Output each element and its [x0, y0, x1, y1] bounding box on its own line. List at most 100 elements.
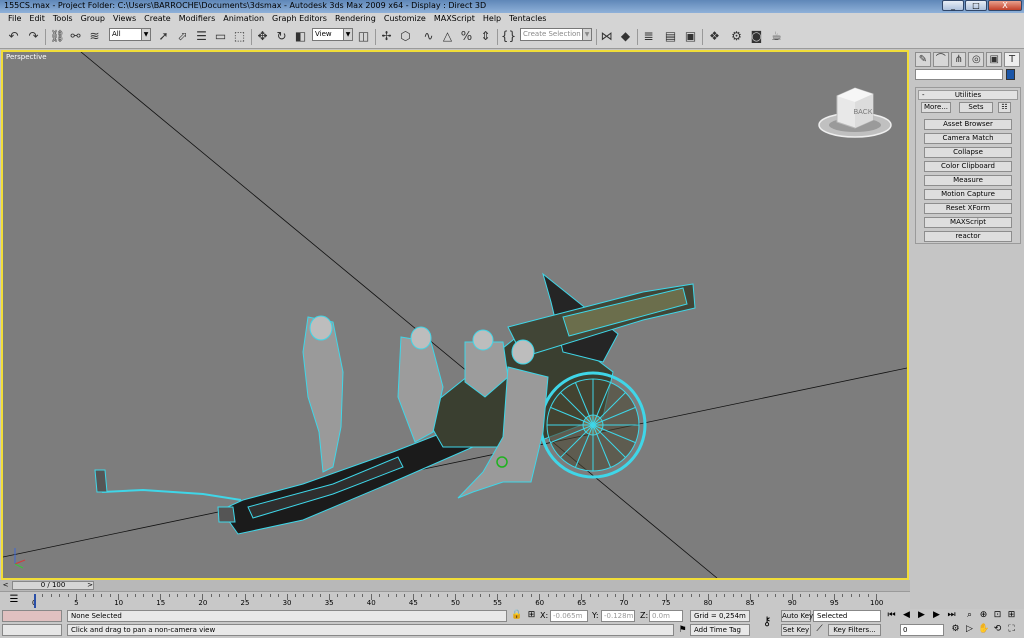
menu-rendering[interactable]: Rendering	[331, 13, 380, 25]
select-and-rotate-icon[interactable]: ↻	[273, 28, 290, 45]
align-icon[interactable]: ◆	[617, 28, 634, 45]
pivot-center-icon[interactable]: ◫	[355, 28, 372, 45]
select-and-move-icon[interactable]: ✥	[254, 28, 271, 45]
maxscript-button[interactable]: MAXScript	[924, 217, 1012, 228]
menu-file[interactable]: File	[4, 13, 25, 25]
select-and-link-icon[interactable]: ⛓	[49, 28, 66, 45]
y-coordinate-input[interactable]: -0.128m	[601, 610, 635, 622]
sets-button[interactable]: Sets	[959, 102, 993, 113]
select-and-scale-icon[interactable]: ◧	[292, 28, 309, 45]
default-in-out-tangent-icon[interactable]: ⟋	[814, 624, 825, 635]
display-tab-icon[interactable]: ▣	[986, 52, 1003, 67]
menu-maxscript[interactable]: MAXScript	[430, 13, 479, 25]
key-filters-button[interactable]: Key Filters...	[828, 624, 881, 636]
object-name-field[interactable]	[915, 69, 1003, 80]
spinner-snap-icon[interactable]: ⇕	[477, 28, 494, 45]
material-editor-icon[interactable]: ❖	[706, 28, 723, 45]
maxscript-listener-output[interactable]	[2, 624, 62, 636]
named-selection-dropdown[interactable]: Create Selection Set ▼	[520, 28, 592, 41]
collapse-button[interactable]: Collapse	[924, 147, 1012, 158]
collapse-rollout-icon[interactable]: -	[922, 91, 925, 99]
previous-frame-icon[interactable]: ◀	[901, 610, 912, 621]
layer-manager-icon[interactable]: ≣	[640, 28, 657, 45]
redo-icon[interactable]: ↷	[25, 28, 42, 45]
hierarchy-tab-icon[interactable]: ⋔	[950, 52, 967, 67]
go-to-end-icon[interactable]: ⏭	[946, 610, 957, 621]
reference-coordinate-dropdown[interactable]: View ▼	[312, 28, 353, 41]
angle-snap-icon[interactable]: △	[439, 28, 456, 45]
next-frame-icon[interactable]: ▶	[931, 610, 942, 621]
keyboard-shortcut-override-icon[interactable]: ⬡	[397, 28, 414, 45]
unlink-icon[interactable]: ⚯	[67, 28, 84, 45]
viewport-scene[interactable]	[3, 52, 907, 578]
close-button[interactable]: X	[988, 0, 1022, 11]
z-coordinate-input[interactable]: 0.0m	[649, 610, 683, 622]
menu-help[interactable]: Help	[479, 13, 505, 25]
measure-button[interactable]: Measure	[924, 175, 1012, 186]
menu-views[interactable]: Views	[109, 13, 140, 25]
snaps-toggle-icon[interactable]: ∿	[420, 28, 437, 45]
time-tag-icon[interactable]: ⚑	[677, 625, 688, 636]
time-slider[interactable]: < 0 / 100 >	[0, 580, 910, 591]
create-tab-icon[interactable]: ✎	[915, 52, 931, 67]
key-mode-dropdown[interactable]: Selected	[813, 610, 881, 622]
zoom-all-icon[interactable]: ⊕	[978, 610, 989, 621]
motion-capture-button[interactable]: Motion Capture	[924, 189, 1012, 200]
play-icon[interactable]: ▶	[916, 610, 927, 621]
rectangular-selection-icon[interactable]: ▭	[212, 28, 229, 45]
zoom-extents-all-icon[interactable]: ⊞	[1006, 610, 1017, 621]
zoom-icon[interactable]: ⌕	[964, 610, 975, 621]
auto-key-button[interactable]: Auto Key	[781, 610, 813, 622]
menu-modifiers[interactable]: Modifiers	[175, 13, 220, 25]
utilities-rollout-header[interactable]: - Utilities	[918, 90, 1018, 100]
selection-lock-icon[interactable]: 🔒	[511, 610, 522, 621]
current-frame-input[interactable]: 0	[900, 624, 944, 636]
schematic-view-icon[interactable]: ▣	[682, 28, 699, 45]
more-button[interactable]: More...	[921, 102, 951, 113]
select-and-manipulate-icon[interactable]: ✢	[378, 28, 395, 45]
time-configuration-icon[interactable]: ⚙	[950, 624, 961, 635]
add-time-tag-button[interactable]: Add Time Tag	[690, 624, 750, 636]
menu-graph-editors[interactable]: Graph Editors	[268, 13, 331, 25]
menu-create[interactable]: Create	[140, 13, 175, 25]
viewcube[interactable]: BACK	[817, 84, 893, 140]
configure-sets-icon[interactable]: ☷	[998, 102, 1011, 113]
curve-editor-icon[interactable]: ▤	[662, 28, 679, 45]
perspective-viewport[interactable]: Perspective BACK	[1, 50, 909, 580]
rendered-frame-window-icon[interactable]: ◙	[748, 28, 765, 45]
percent-snap-icon[interactable]: %	[458, 28, 475, 45]
motion-tab-icon[interactable]: ◎	[968, 52, 985, 67]
mini-curve-editor-icon[interactable]: ☰	[8, 594, 20, 606]
utilities-tab-icon[interactable]: T	[1004, 52, 1020, 67]
go-to-start-icon[interactable]: ⏮	[886, 610, 897, 621]
maximize-viewport-icon[interactable]: ⛶	[1006, 624, 1017, 635]
menu-group[interactable]: Group	[77, 13, 109, 25]
bind-space-warp-icon[interactable]: ≋	[86, 28, 103, 45]
set-key-button[interactable]: Set Key	[781, 624, 811, 636]
render-setup-icon[interactable]: ⚙	[728, 28, 745, 45]
x-coordinate-input[interactable]: -0.065m	[550, 610, 588, 622]
edit-named-selection-icon[interactable]: {}	[500, 28, 517, 45]
menu-tools[interactable]: Tools	[49, 13, 77, 25]
viewport-label[interactable]: Perspective	[6, 53, 47, 61]
select-object-icon[interactable]: ➚	[155, 28, 172, 45]
modify-tab-icon[interactable]: ⌒	[932, 52, 949, 67]
asset-browser-button[interactable]: Asset Browser	[924, 119, 1012, 130]
track-bar[interactable]: ☰ 05101520253035404550556065707580859095…	[0, 591, 910, 609]
menu-animation[interactable]: Animation	[219, 13, 268, 25]
selection-filter-dropdown[interactable]: All ▼	[109, 28, 151, 41]
zoom-extents-icon[interactable]: ⊡	[992, 610, 1003, 621]
field-of-view-icon[interactable]: ▷	[964, 624, 975, 635]
select-by-name-icon[interactable]: ⬀	[174, 28, 191, 45]
time-slider-prev-button[interactable]: <	[1, 581, 10, 590]
camera-match-button[interactable]: Camera Match	[924, 133, 1012, 144]
pan-view-icon[interactable]: ✋	[978, 624, 989, 635]
color-clipboard-button[interactable]: Color Clipboard	[924, 161, 1012, 172]
absolute-mode-icon[interactable]: ⊞	[526, 610, 537, 621]
menu-tentacles[interactable]: Tentacles	[505, 13, 550, 25]
time-slider-next-button[interactable]: >	[86, 581, 94, 590]
object-color-swatch[interactable]	[1006, 69, 1015, 80]
reactor-button[interactable]: reactor	[924, 231, 1012, 242]
reset-xform-button[interactable]: Reset XForm	[924, 203, 1012, 214]
maxscript-listener-mini[interactable]	[2, 610, 62, 622]
